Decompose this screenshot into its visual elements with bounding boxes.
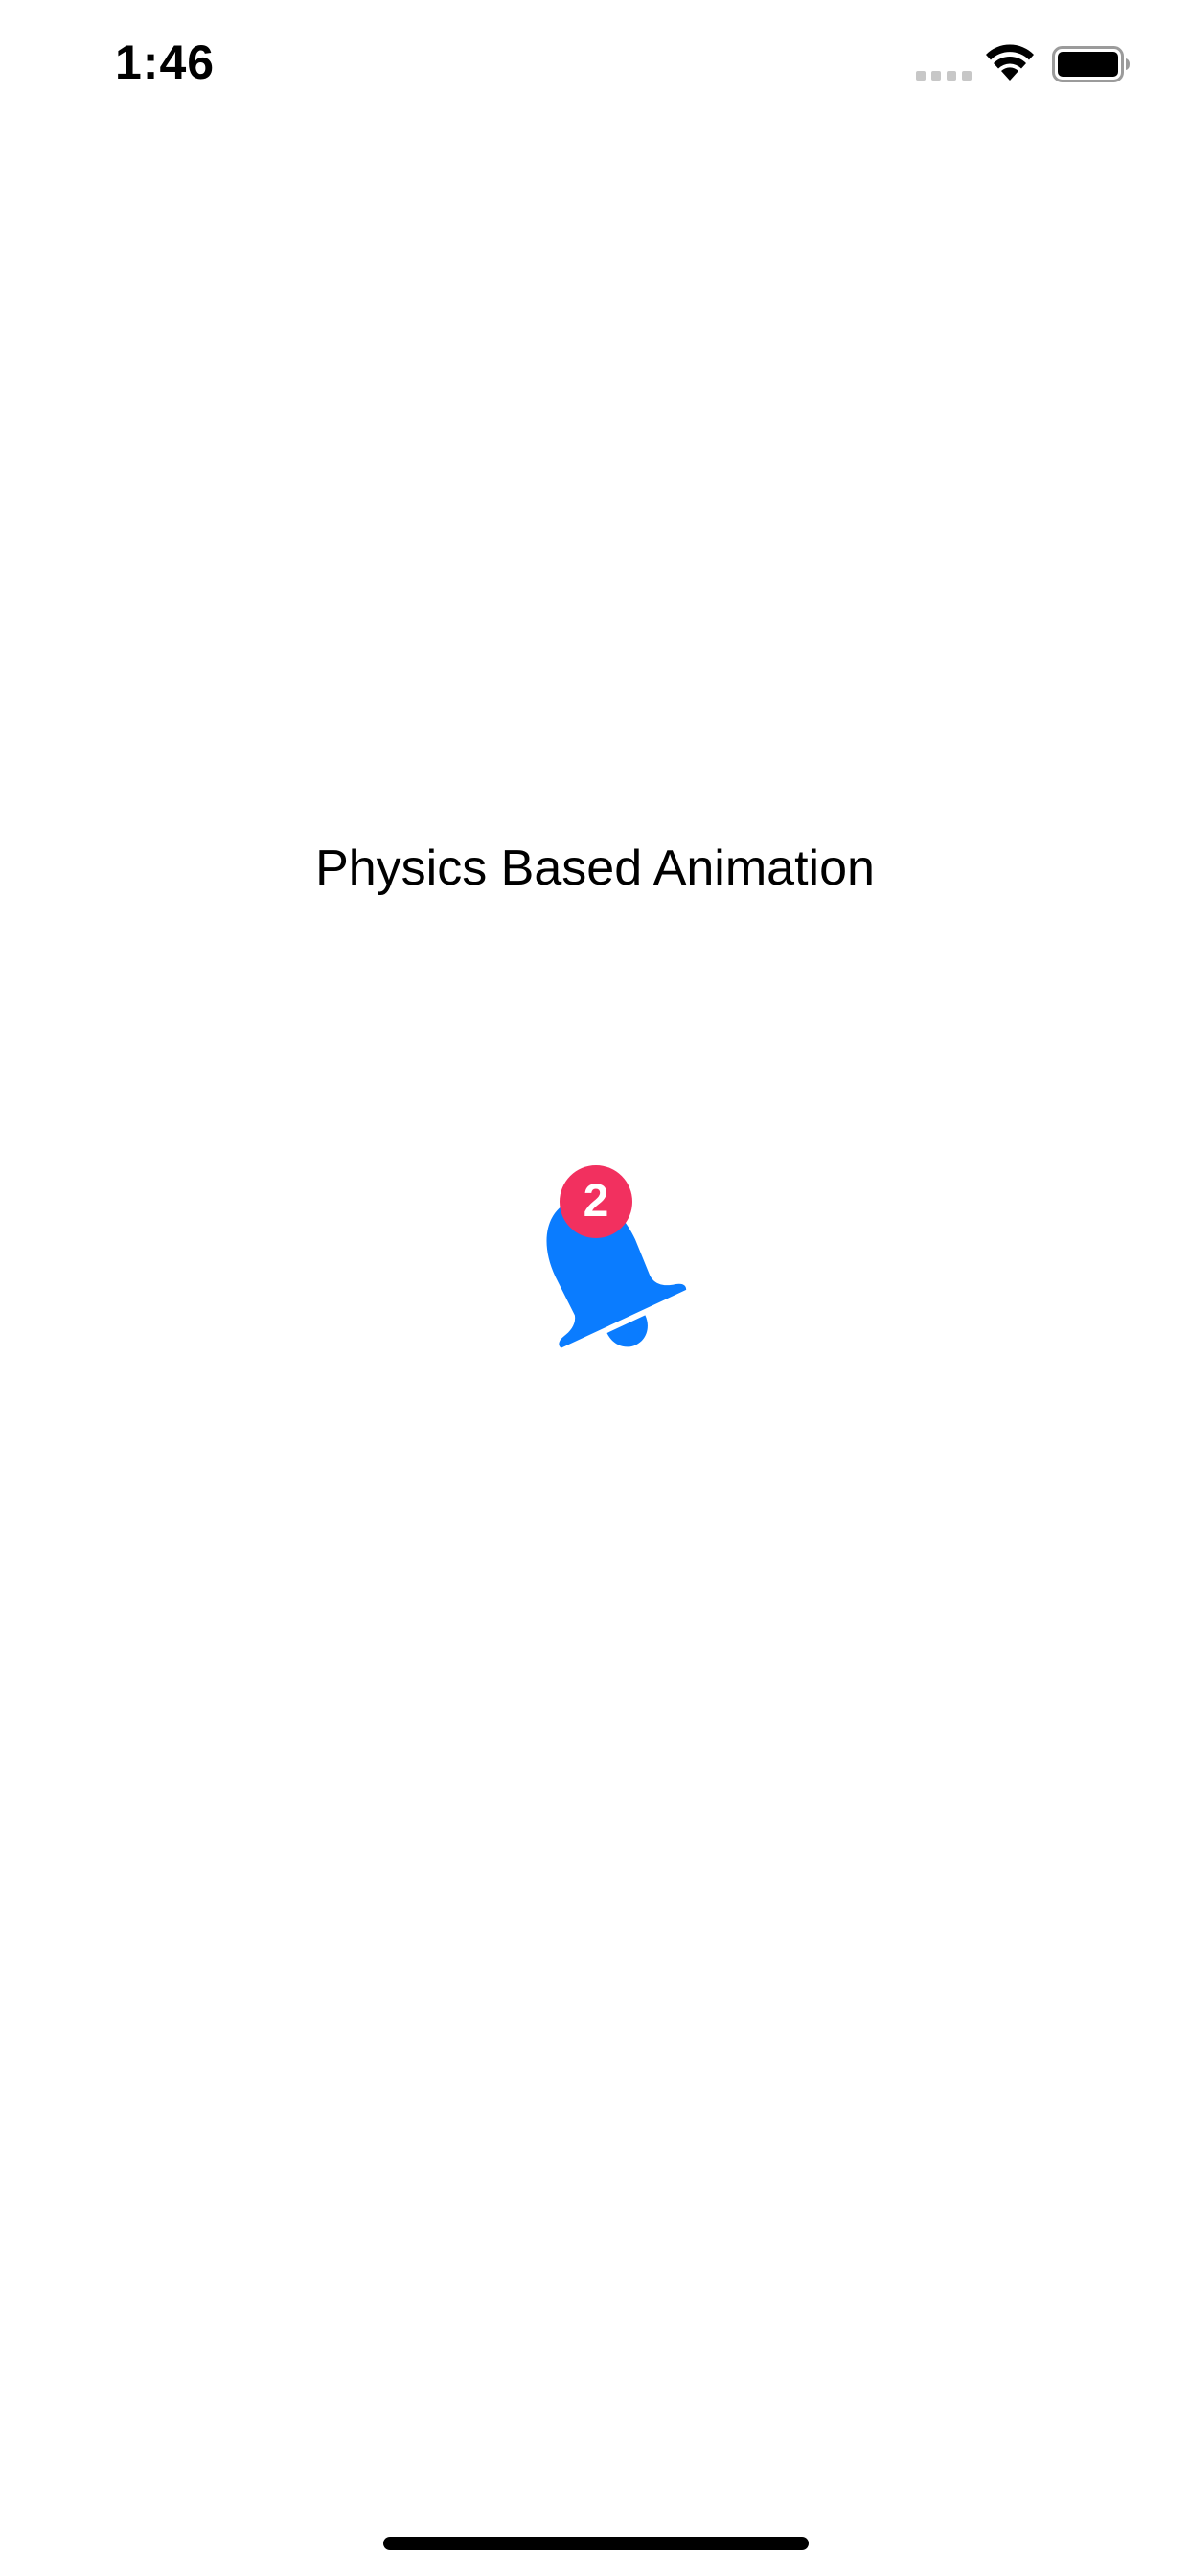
status-bar: 1:46 [0, 0, 1190, 126]
notification-bell-button[interactable]: 2 [508, 1150, 719, 1409]
cellular-signal-icon [916, 71, 972, 80]
page-title: Physics Based Animation [315, 840, 875, 896]
notification-badge: 2 [560, 1165, 632, 1238]
wifi-icon [986, 44, 1034, 80]
status-time: 1:46 [115, 35, 216, 89]
battery-full-icon [1052, 46, 1130, 82]
home-indicator[interactable] [383, 2537, 809, 2550]
